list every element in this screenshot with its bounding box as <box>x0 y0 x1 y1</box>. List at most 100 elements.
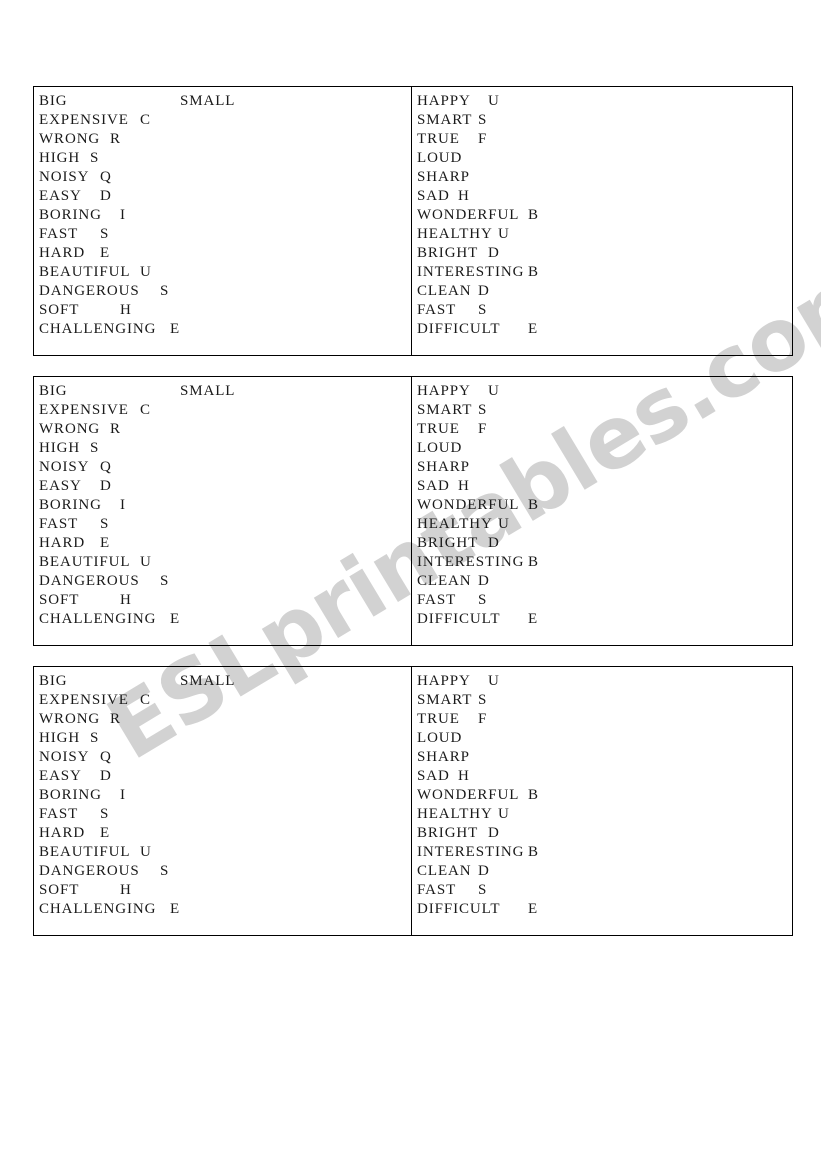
opposite-hint-letter[interactable]: E <box>100 244 110 263</box>
opposite-hint-letter[interactable]: E <box>170 900 180 919</box>
adjective-row: CHALLENGING E <box>39 900 411 919</box>
opposite-hint-letter[interactable]: D <box>478 572 490 591</box>
opposite-hint-letter[interactable]: Q <box>100 168 112 187</box>
opposite-hint-letter[interactable]: H <box>458 477 470 496</box>
opposite-hint-letter[interactable]: H <box>458 187 470 206</box>
opposite-hint-letter[interactable]: B <box>528 786 539 805</box>
adjective-row: FAST S <box>417 301 792 320</box>
adjective-row: SHARP <box>417 168 792 187</box>
opposite-hint-letter[interactable]: F <box>478 710 487 729</box>
adjective-row: CLEAN D <box>417 862 792 881</box>
opposite-hint-letter[interactable]: S <box>90 149 99 168</box>
opposite-hint-letter[interactable]: S <box>90 729 99 748</box>
adjective-row: BRIGHT D <box>417 534 792 553</box>
opposite-hint-letter[interactable]: U <box>140 263 152 282</box>
opposite-hint-letter[interactable]: B <box>528 206 539 225</box>
opposite-hint-letter[interactable]: U <box>488 672 500 691</box>
opposite-hint-letter[interactable]: SMALL <box>180 672 235 691</box>
opposite-hint-letter[interactable]: F <box>478 420 487 439</box>
opposite-hint-letter[interactable]: U <box>498 225 510 244</box>
adjective-row: EASY D <box>39 767 411 786</box>
adjective-row: SAD H <box>417 767 792 786</box>
adjective-word: HARD <box>39 825 86 841</box>
opposite-hint-letter[interactable]: H <box>120 591 132 610</box>
opposite-hint-letter[interactable]: U <box>140 843 152 862</box>
opposite-hint-letter[interactable]: R <box>110 130 121 149</box>
adjective-word: BRIGHT <box>417 825 479 841</box>
opposite-hint-letter[interactable]: D <box>100 767 112 786</box>
opposite-hint-letter[interactable]: D <box>488 824 500 843</box>
opposite-hint-letter[interactable]: E <box>528 610 538 629</box>
opposite-hint-letter[interactable]: SMALL <box>180 92 235 111</box>
opposite-hint-letter[interactable]: B <box>528 496 539 515</box>
opposite-hint-letter[interactable]: E <box>100 824 110 843</box>
opposite-hint-letter[interactable]: D <box>478 282 490 301</box>
adjective-row: BRIGHT D <box>417 824 792 843</box>
opposite-hint-letter[interactable]: S <box>478 301 487 320</box>
adjective-row: HEALTHY U <box>417 225 792 244</box>
adjective-row: INTERESTING B <box>417 843 792 862</box>
opposite-hint-letter[interactable]: B <box>528 553 539 572</box>
opposite-hint-letter[interactable]: Q <box>100 458 112 477</box>
adjective-row: HARD E <box>39 824 411 843</box>
opposite-hint-letter[interactable]: Q <box>100 748 112 767</box>
adjective-row: SOFT H <box>39 301 411 320</box>
adjective-word: NOISY <box>39 169 90 185</box>
opposite-hint-letter[interactable]: E <box>100 534 110 553</box>
adjective-row: WRONG R <box>39 420 411 439</box>
opposite-hint-letter[interactable]: E <box>170 610 180 629</box>
opposite-hint-letter[interactable]: S <box>160 572 169 591</box>
opposite-hint-letter[interactable]: C <box>140 111 151 130</box>
opposite-hint-letter[interactable]: S <box>478 591 487 610</box>
opposite-hint-letter[interactable]: D <box>478 862 490 881</box>
opposite-hint-letter[interactable]: U <box>488 92 500 111</box>
opposite-hint-letter[interactable]: S <box>90 439 99 458</box>
opposite-hint-letter[interactable]: U <box>498 515 510 534</box>
opposite-hint-letter[interactable]: R <box>110 710 121 729</box>
opposite-hint-letter[interactable]: D <box>488 244 500 263</box>
opposite-hint-letter[interactable]: U <box>488 382 500 401</box>
opposite-hint-letter[interactable]: S <box>478 691 487 710</box>
opposite-hint-letter[interactable]: E <box>528 320 538 339</box>
opposite-hint-letter[interactable]: S <box>100 515 109 534</box>
adjective-word: HARD <box>39 245 86 261</box>
adjective-word: EASY <box>39 768 82 784</box>
opposite-hint-letter[interactable]: S <box>100 225 109 244</box>
opposite-hint-letter[interactable]: U <box>140 553 152 572</box>
adjective-row: SHARP <box>417 458 792 477</box>
opposite-hint-letter[interactable]: SMALL <box>180 382 235 401</box>
adjective-word: BORING <box>39 497 102 513</box>
opposite-hint-letter[interactable]: C <box>140 691 151 710</box>
adjective-word: EXPENSIVE <box>39 402 129 418</box>
opposite-hint-letter[interactable]: E <box>528 900 538 919</box>
opposite-hint-letter[interactable]: S <box>100 805 109 824</box>
opposite-hint-letter[interactable]: S <box>478 881 487 900</box>
opposite-hint-letter[interactable]: C <box>140 401 151 420</box>
opposite-hint-letter[interactable]: S <box>478 111 487 130</box>
adjective-row: BIG SMALL <box>39 382 411 401</box>
opposite-hint-letter[interactable]: H <box>120 881 132 900</box>
opposite-hint-letter[interactable]: H <box>458 767 470 786</box>
opposite-hint-letter[interactable]: I <box>120 496 126 515</box>
opposite-hint-letter[interactable]: S <box>478 401 487 420</box>
opposite-hint-letter[interactable]: U <box>498 805 510 824</box>
opposite-hint-letter[interactable]: H <box>120 301 132 320</box>
opposite-hint-letter[interactable]: E <box>170 320 180 339</box>
adjective-word: HARD <box>39 535 86 551</box>
adjective-row: DANGEROUS S <box>39 862 411 881</box>
opposite-hint-letter[interactable]: I <box>120 206 126 225</box>
opposite-hint-letter[interactable]: S <box>160 282 169 301</box>
opposite-hint-letter[interactable]: B <box>528 843 539 862</box>
opposite-hint-letter[interactable]: D <box>100 477 112 496</box>
adjective-word: BORING <box>39 787 102 803</box>
opposite-hint-letter[interactable]: D <box>488 534 500 553</box>
adjective-word: TRUE <box>417 421 460 437</box>
adjective-row: SMART S <box>417 691 792 710</box>
opposite-hint-letter[interactable]: S <box>160 862 169 881</box>
adjective-row: NOISY Q <box>39 168 411 187</box>
opposite-hint-letter[interactable]: B <box>528 263 539 282</box>
opposite-hint-letter[interactable]: F <box>478 130 487 149</box>
opposite-hint-letter[interactable]: R <box>110 420 121 439</box>
opposite-hint-letter[interactable]: I <box>120 786 126 805</box>
opposite-hint-letter[interactable]: D <box>100 187 112 206</box>
